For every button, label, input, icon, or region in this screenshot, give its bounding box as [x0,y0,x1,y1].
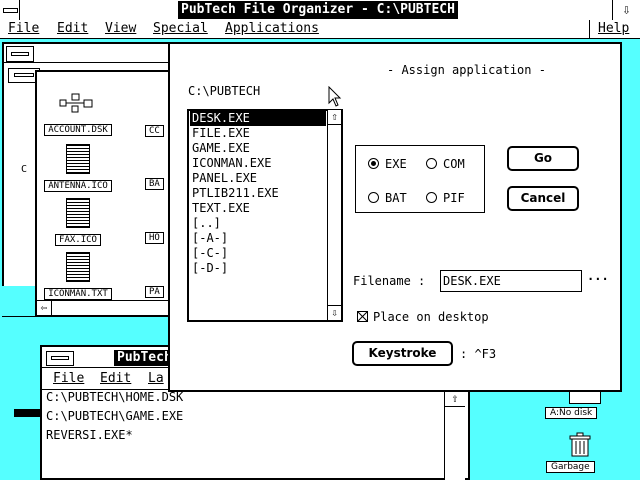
text-vertical-scrollbar[interactable]: ⇧ [444,390,465,480]
menu-edit[interactable]: Edit [57,21,88,37]
garbage-label[interactable]: Garbage [546,461,595,473]
text-line[interactable]: C:\PUBTECH\HOME.DSK [46,390,183,404]
file-icon-account[interactable]: ACCOUNT.DSK [43,92,113,136]
file-label: ACCOUNT.DSK [44,124,112,136]
file-label: ANTENNA.ICO [44,180,112,192]
desktop-gap [0,286,38,316]
dialog-heading: - Assign application - [387,63,546,77]
menu-special[interactable]: Special [153,21,208,37]
file-icon-fax[interactable]: FAX.ICO [43,198,113,246]
partial-label: CC [145,125,164,137]
list-item[interactable]: [-C-] [190,246,326,261]
menu-view[interactable]: View [105,21,136,37]
text-menu-layout[interactable]: La [148,371,164,387]
window-title: PubTech File Organizer - C:\PUBTECH [178,1,458,19]
partial-label: PA [145,286,164,298]
cancel-button[interactable]: Cancel [507,186,579,211]
menu-divider [589,20,590,39]
list-item[interactable]: PTLIB211.EXE [190,186,326,201]
list-item[interactable]: DESK.EXE [190,111,326,126]
menu-file[interactable]: File [8,21,39,37]
partial-label: BA [145,178,164,190]
system-menu-button[interactable] [0,0,20,20]
keystroke-value: : ^F3 [460,347,497,361]
garbage-can-icon[interactable] [567,432,593,458]
mouse-pointer-icon [328,86,342,107]
current-path: C:\PUBTECH [188,84,261,98]
document-icon [66,252,90,282]
organizer-sysbox[interactable] [6,46,34,62]
divider [4,62,168,63]
text-window-sysbox[interactable] [46,351,74,366]
organizer-file-pane: ACCOUNT.DSK ANTENNA.ICO FAX.ICO ICONMAN.… [35,70,175,316]
file-icon-antenna[interactable]: ANTENNA.ICO [43,144,113,192]
keystroke-button[interactable]: Keystroke [352,341,453,366]
partial-c: C [21,164,28,175]
list-item[interactable]: ICONMAN.EXE [190,156,326,171]
list-item[interactable]: [-D-] [190,261,326,276]
radio-com[interactable] [426,158,437,169]
file-label: ICONMAN.TXT [44,288,112,300]
place-on-desktop-checkbox[interactable] [357,311,368,322]
menu-bar: File Edit View Special Applications Help [0,20,640,39]
go-button[interactable]: Go [507,146,579,171]
text-line[interactable]: C:\PUBTECH\GAME.EXE [46,409,183,423]
text-line[interactable]: REVERSI.EXE* [46,428,133,442]
list-item[interactable]: GAME.EXE [190,141,326,156]
file-label: FAX.ICO [55,234,101,246]
scroll-down-icon[interactable]: ⇩ [328,305,341,320]
listbox-scrollbar[interactable]: ⇧ ⇩ [327,110,341,320]
list-item[interactable]: [-A-] [190,231,326,246]
filename-field[interactable]: DESK.EXE [440,270,582,292]
radio-com-label[interactable]: COM [443,157,465,171]
radio-exe[interactable] [368,158,379,169]
partial-label: HO [145,232,164,244]
horizontal-scrollbar[interactable]: ⇦ [37,300,173,315]
radio-pif-label[interactable]: PIF [443,191,465,205]
radio-exe-label[interactable]: EXE [385,157,407,171]
scroll-up-icon[interactable]: ⇧ [445,390,465,407]
text-window-title: PubTech [114,350,175,366]
scroll-down-icon[interactable]: ⇩ [612,0,640,20]
list-item[interactable]: TEXT.EXE [190,201,326,216]
place-on-desktop-label[interactable]: Place on desktop [373,310,489,324]
desktop-bar [14,409,42,417]
document-icon [66,144,90,174]
document-icon [66,198,90,228]
text-menu-edit[interactable]: Edit [100,371,131,387]
menu-help[interactable]: Help [598,21,629,37]
scroll-up-icon[interactable]: ⇧ [328,110,341,125]
network-icon [59,93,93,113]
filename-label: Filename : [353,274,426,288]
menu-applications[interactable]: Applications [225,21,319,37]
radio-pif[interactable] [426,192,437,203]
list-item[interactable]: FILE.EXE [190,126,326,141]
browse-button[interactable]: ··· [587,272,609,286]
list-item[interactable]: [..] [190,216,326,231]
file-icon-iconman[interactable]: ICONMAN.TXT [43,252,113,300]
radio-bat-label[interactable]: BAT [385,191,407,205]
radio-bat[interactable] [368,192,379,203]
scroll-left-icon[interactable]: ⇦ [37,301,52,315]
list-item[interactable]: PANEL.EXE [190,171,326,186]
drive-label[interactable]: A:No disk [545,407,598,419]
text-menu-file[interactable]: File [53,371,84,387]
